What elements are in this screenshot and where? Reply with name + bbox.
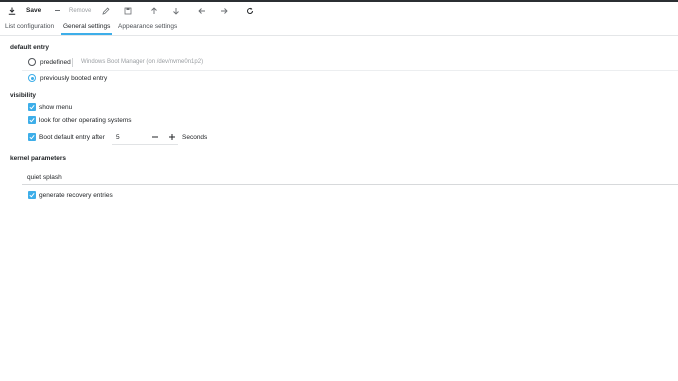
kernel-parameters-input[interactable]: quiet splash — [22, 171, 678, 185]
default-entry-heading: default entry — [10, 44, 50, 51]
tab-list-configuration[interactable]: List configuration — [5, 19, 54, 34]
separator — [22, 70, 678, 71]
visibility-heading: visibility — [10, 92, 37, 99]
arrow-left-icon — [198, 7, 206, 15]
predefined-entry-value: Windows Boot Manager (on /dev/nvme0n1p2) — [81, 59, 204, 65]
look-for-os-label: look for other operating systems — [39, 116, 132, 124]
save-file-button[interactable] — [124, 2, 132, 19]
generate-recovery-checkbox[interactable]: generate recovery entries — [28, 190, 113, 200]
previously-booted-radio-button[interactable] — [28, 74, 36, 82]
predefined-label: predefined — [40, 58, 71, 66]
move-up-button[interactable] — [150, 2, 158, 19]
arrow-down-icon — [172, 7, 180, 15]
checkmark-icon — [28, 103, 36, 111]
checkmark-icon — [28, 116, 36, 124]
boot-default-label: Boot default entry after — [39, 133, 105, 141]
predefined-radio[interactable]: predefined — [28, 57, 71, 67]
toolbar: Save Remove — [0, 2, 678, 19]
pencil-icon — [102, 7, 110, 15]
download-icon — [8, 7, 16, 15]
timeout-value[interactable]: 5 — [112, 134, 150, 141]
edit-button[interactable] — [102, 2, 110, 19]
remove-label: Remove — [69, 7, 92, 14]
forward-button[interactable] — [220, 2, 228, 19]
field-divider — [72, 57, 73, 67]
minus-icon — [54, 7, 61, 14]
checkmark-icon — [28, 191, 36, 199]
save-button[interactable]: Save — [8, 2, 41, 19]
increment-button[interactable] — [167, 131, 178, 143]
previously-booted-radio[interactable]: previously booted entry — [28, 73, 107, 83]
tab-bar: List configuration General settings Appe… — [0, 19, 678, 36]
tab-appearance-settings[interactable]: Appearance settings — [118, 19, 177, 34]
arrow-up-icon — [150, 6, 158, 15]
tab-general-settings[interactable]: General settings — [61, 19, 113, 35]
look-for-os-checkbox[interactable]: look for other operating systems — [28, 115, 132, 125]
seconds-label: Seconds — [182, 133, 208, 141]
remove-button[interactable]: Remove — [54, 2, 91, 19]
arrow-right-icon — [220, 7, 228, 15]
refresh-icon — [246, 7, 254, 15]
show-menu-label: show menu — [39, 103, 73, 111]
predefined-entry-select[interactable]: Windows Boot Manager (on /dev/nvme0n1p2) — [72, 57, 203, 67]
back-button[interactable] — [198, 2, 206, 19]
save-label: Save — [26, 7, 42, 14]
generate-recovery-label: generate recovery entries — [39, 191, 113, 199]
previously-booted-label: previously booted entry — [40, 74, 108, 82]
move-down-button[interactable] — [172, 2, 180, 19]
save-file-icon — [124, 7, 132, 15]
decrement-button[interactable] — [150, 131, 161, 143]
boot-default-checkbox[interactable]: Boot default entry after — [28, 132, 105, 142]
show-menu-checkbox[interactable]: show menu — [28, 102, 72, 112]
checkmark-icon — [28, 133, 36, 141]
kernel-parameters-heading: kernel parameters — [10, 155, 67, 162]
timeout-spinbox[interactable]: 5 — [112, 130, 178, 145]
reload-button[interactable] — [246, 2, 254, 19]
predefined-radio-button[interactable] — [28, 58, 36, 66]
